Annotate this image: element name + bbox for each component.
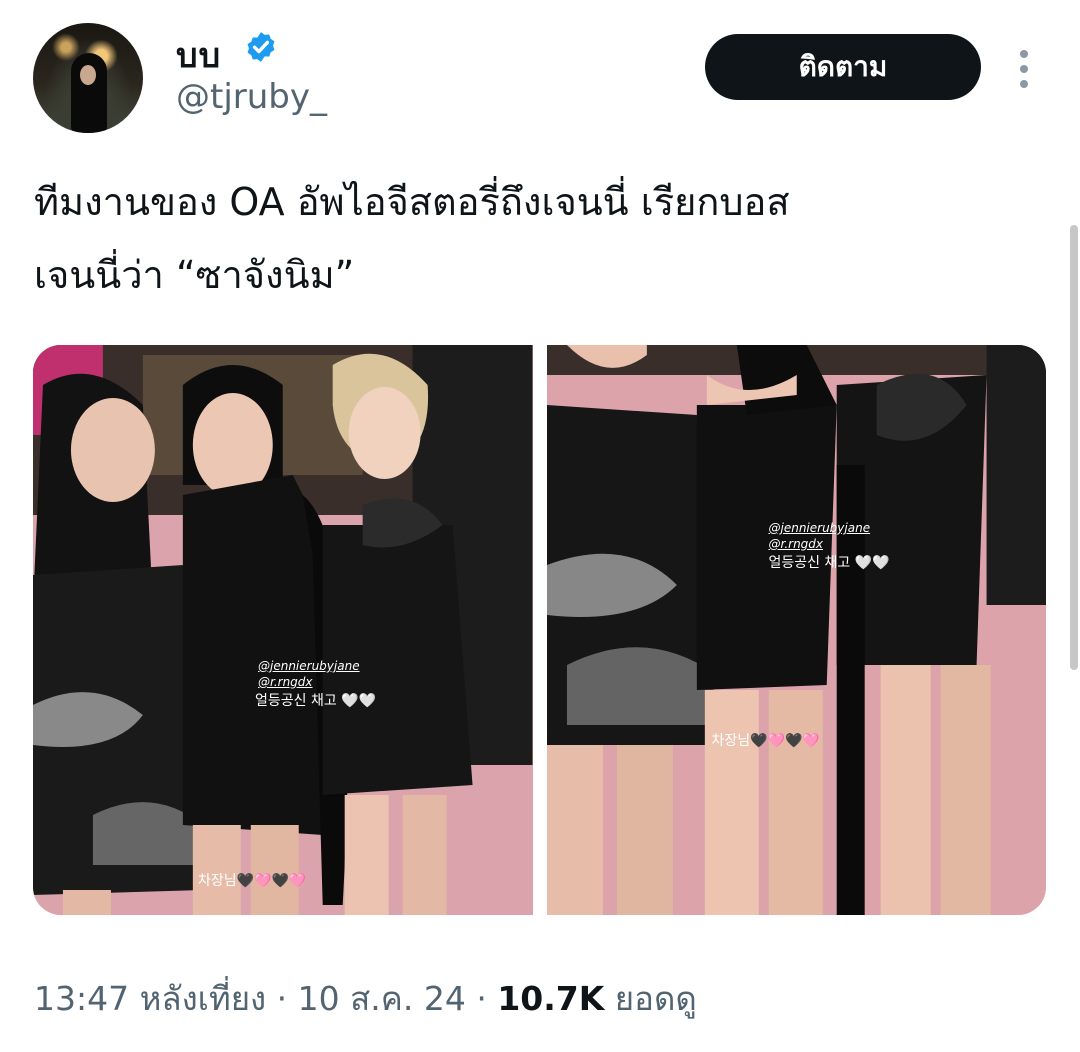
photo-overlay-handle: @r.rngdx [768, 537, 824, 551]
photo-overlay-handle: @jennierubyjane [258, 659, 360, 673]
photo-overlay-handle: @r.rngdx [258, 675, 313, 689]
views-label: ยอดดู [604, 979, 697, 1018]
meta-separator: · [266, 979, 298, 1018]
author-display-name[interactable]: บบ [176, 28, 221, 82]
photo-overlay-caption: 얼등공신 채고 🤍🤍 [255, 693, 377, 709]
photo-closeup-legs[interactable]: @jennierubyjane @r.rngdx 얼등공신 채고 🤍🤍 차장님🖤… [546, 345, 1046, 915]
more-vertical-icon[interactable] [1012, 48, 1036, 90]
follow-button[interactable]: ติดตาม [705, 34, 981, 100]
photo-bottom-caption: 차장님🖤🩷🖤🩷 [198, 873, 307, 889]
tweet-time[interactable]: 13:47 หลังเที่ยง [34, 979, 266, 1018]
verified-badge-icon [247, 32, 275, 62]
photo-overlay-caption: 얼등공신 채고 🤍🤍 [768, 555, 890, 571]
avatar-face [80, 65, 96, 85]
photo-illustration [546, 345, 1046, 915]
scrollbar[interactable] [1070, 225, 1078, 670]
tweet-meta: 13:47 หลังเที่ยง · 10 ส.ค. 24 · 10.7K ยอ… [34, 972, 697, 1025]
meta-separator: · [465, 979, 498, 1018]
author-avatar[interactable] [33, 23, 143, 133]
tweet-text: ทีมงานของ OA อัพไอจีสตอรี่ถึงเจนนี่ เรีย… [34, 166, 1044, 312]
photo-group-hearts[interactable]: @jennierubyjane @r.rngdx 얼등공신 채고 🤍🤍 차장님🖤… [33, 345, 533, 915]
tweet-text-line: เจนนี่ว่า “ซาจังนิม” [34, 252, 355, 297]
photo-bottom-caption: 차장님🖤🩷🖤🩷 [711, 733, 820, 749]
photo-overlay-handle: @jennierubyjane [768, 521, 871, 535]
tweet-media[interactable]: @jennierubyjane @r.rngdx 얼등공신 채고 🤍🤍 차장님🖤… [33, 345, 1046, 915]
views-count[interactable]: 10.7K [497, 979, 604, 1018]
author-handle[interactable]: @tjruby_ [176, 77, 327, 117]
photo-illustration [33, 345, 533, 915]
tweet-date[interactable]: 10 ส.ค. 24 [298, 979, 466, 1018]
tweet-text-line: ทีมงานของ OA อัพไอจีสตอรี่ถึงเจนนี่ เรีย… [34, 180, 790, 224]
